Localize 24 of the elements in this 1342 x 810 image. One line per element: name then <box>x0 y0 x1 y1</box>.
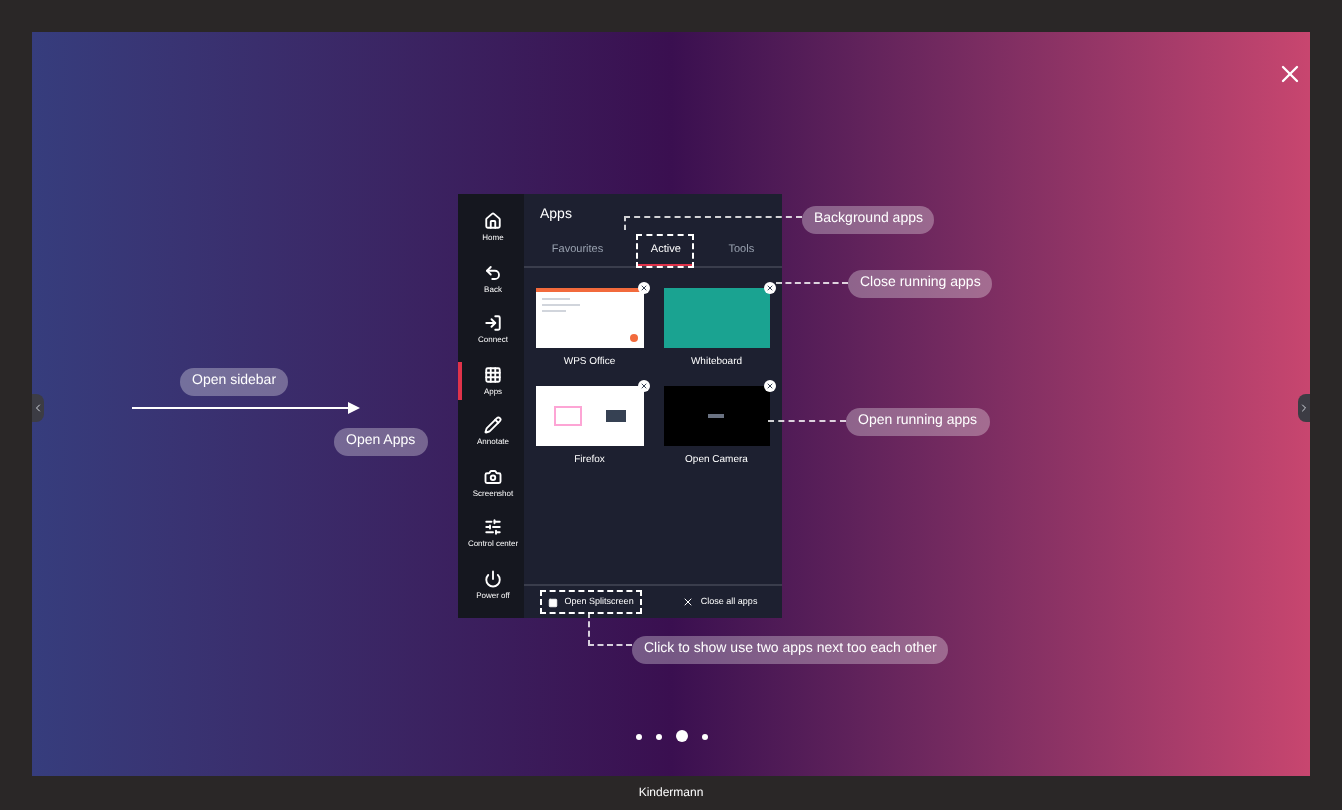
back-arrow-icon <box>484 263 502 282</box>
browser-window-thumbnail[interactable] <box>536 386 643 447</box>
camera-view-thumbnail[interactable] <box>663 386 770 447</box>
input-icon <box>484 314 502 333</box>
sidebar-handle[interactable] <box>32 394 44 422</box>
close-app-icon[interactable] <box>764 281 776 294</box>
power-icon <box>484 569 502 588</box>
leader-line <box>588 612 632 646</box>
window-icon <box>548 597 559 607</box>
close-app-icon[interactable] <box>764 380 776 393</box>
pencil-icon <box>484 416 502 435</box>
grid-icon <box>484 365 502 384</box>
home-icon <box>484 212 502 231</box>
sidebar-handle[interactable] <box>1298 394 1310 422</box>
close-app-icon[interactable] <box>637 281 649 294</box>
leader-line <box>776 282 848 284</box>
document-window-thumbnail[interactable] <box>536 287 643 348</box>
close-icon <box>682 596 695 608</box>
sliders-icon <box>484 518 502 537</box>
whiteboard-thumbnail[interactable] <box>663 287 770 348</box>
camera-icon <box>484 467 502 486</box>
close-icon[interactable] <box>1276 60 1304 88</box>
leader-line <box>768 420 846 422</box>
close-app-icon[interactable] <box>637 380 649 393</box>
